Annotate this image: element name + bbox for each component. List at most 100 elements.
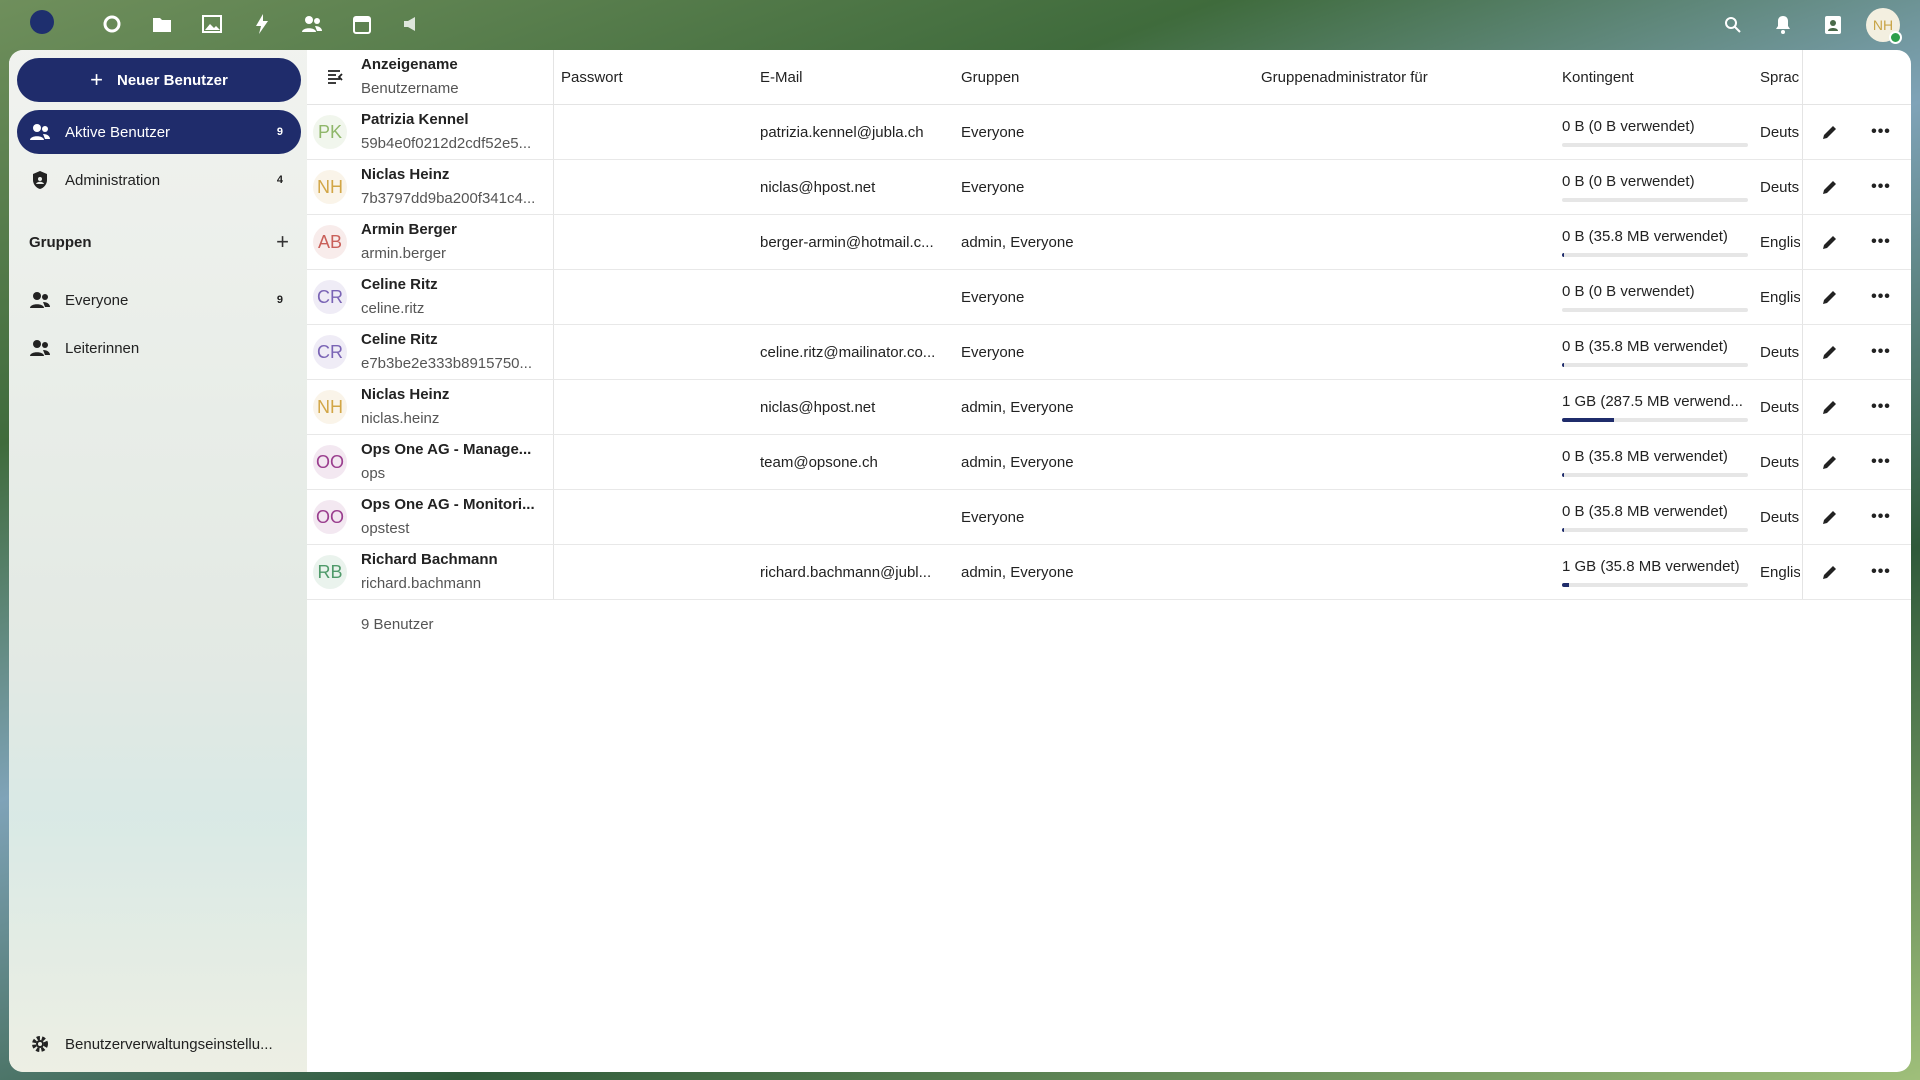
edit-icon[interactable] <box>1818 505 1842 529</box>
edit-icon[interactable] <box>1818 340 1842 364</box>
edit-icon[interactable] <box>1818 230 1842 254</box>
user-avatar[interactable]: NH <box>1866 8 1902 44</box>
table-row[interactable]: NH Niclas Heinz niclas.heinz niclas@hpos… <box>307 380 1911 435</box>
search-icon[interactable] <box>1716 8 1750 42</box>
table-row[interactable]: CR Celine Ritz celine.ritz Everyone 0 B … <box>307 270 1911 325</box>
column-divider <box>553 215 554 269</box>
app-logo[interactable] <box>30 10 54 34</box>
groups-cell: admin, Everyone <box>961 453 1074 471</box>
edit-icon[interactable] <box>1818 560 1842 584</box>
header-name: Anzeigename Benutzername <box>361 53 551 101</box>
column-divider <box>553 105 554 159</box>
user-management-settings[interactable]: Benutzerverwaltungseinstellu... <box>17 1022 301 1066</box>
sidebar-item-active-users[interactable]: Aktive Benutzer 9 <box>17 110 301 154</box>
avatar[interactable]: CR <box>313 280 347 314</box>
avatar[interactable]: RB <box>313 555 347 589</box>
edit-icon[interactable] <box>1818 450 1842 474</box>
more-actions-icon[interactable]: ••• <box>1869 560 1893 584</box>
avatar[interactable]: NH <box>313 170 347 204</box>
column-divider <box>553 545 554 599</box>
username: 59b4e0f0212d2cdf52e5... <box>361 135 532 152</box>
user-name-cell: Celine Ritz e7b3be2e333b8915750... <box>361 328 551 376</box>
quota-text: 0 B (35.8 MB verwendet) <box>1562 228 1728 245</box>
more-actions-icon[interactable]: ••• <box>1869 285 1893 309</box>
count-badge: 9 <box>276 126 283 138</box>
more-actions-icon[interactable]: ••• <box>1869 230 1893 254</box>
email-cell: patrizia.kennel@jubla.ch <box>760 123 924 141</box>
groups-cell: Everyone <box>961 343 1025 361</box>
avatar[interactable]: OO <box>313 445 347 479</box>
notifications-icon[interactable] <box>1766 8 1800 42</box>
quota-text: 0 B (35.8 MB verwendet) <box>1562 503 1728 520</box>
contacts-icon[interactable] <box>300 12 324 36</box>
avatar[interactable]: AB <box>313 225 347 259</box>
quota-bar <box>1562 473 1748 477</box>
avatar[interactable]: OO <box>313 500 347 534</box>
more-actions-icon[interactable]: ••• <box>1869 175 1893 199</box>
column-divider <box>1802 50 1803 104</box>
more-actions-icon[interactable]: ••• <box>1869 340 1893 364</box>
sidebar-item-administration[interactable]: Administration 4 <box>17 158 301 202</box>
groups-title: Gruppen <box>29 233 92 251</box>
group-icon <box>29 289 51 311</box>
table-row[interactable]: RB Richard Bachmann richard.bachmann ric… <box>307 545 1911 600</box>
email-cell: richard.bachmann@jubl... <box>760 563 932 581</box>
table-row[interactable]: OO Ops One AG - Monitori... opstest Ever… <box>307 490 1911 545</box>
sidebar-item-group-leiterinnen[interactable]: Leiterinnen <box>17 326 301 370</box>
count-badge: 9 <box>276 294 283 306</box>
groups-cell: admin, Everyone <box>961 233 1074 251</box>
main-card: + Neuer Benutzer Aktive Benutzer 9 Admin… <box>9 50 1911 1072</box>
dashboard-icon[interactable] <box>100 12 124 36</box>
add-group-icon[interactable]: + <box>276 229 289 255</box>
photos-icon[interactable] <box>200 12 224 36</box>
new-user-label: Neuer Benutzer <box>117 71 228 89</box>
new-user-button[interactable]: + Neuer Benutzer <box>17 58 301 102</box>
calendar-icon[interactable] <box>350 12 374 36</box>
quota-bar <box>1562 418 1748 422</box>
groups-cell: admin, Everyone <box>961 563 1074 581</box>
table-row[interactable]: OO Ops One AG - Manage... ops team@opson… <box>307 435 1911 490</box>
contacts-menu-icon[interactable] <box>1816 8 1850 42</box>
column-divider <box>553 490 554 544</box>
avatar[interactable]: NH <box>313 390 347 424</box>
username: 7b3797dd9ba200f341c4... <box>361 190 536 207</box>
language-cell: Englis <box>1760 563 1800 581</box>
column-toggle-icon[interactable] <box>327 70 345 84</box>
announcements-icon[interactable] <box>400 12 424 36</box>
edit-icon[interactable] <box>1818 120 1842 144</box>
quota-bar <box>1562 308 1748 312</box>
column-divider <box>1802 545 1803 599</box>
column-divider <box>1802 270 1803 324</box>
users-icon <box>29 121 51 143</box>
email-cell: berger-armin@hotmail.c... <box>760 233 934 251</box>
language-cell: Englis <box>1760 233 1800 251</box>
edit-icon[interactable] <box>1818 395 1842 419</box>
edit-icon[interactable] <box>1818 285 1842 309</box>
table-row[interactable]: NH Niclas Heinz 7b3797dd9ba200f341c4... … <box>307 160 1911 215</box>
quota-bar <box>1562 253 1748 257</box>
header-group-admin: Gruppenadministrator für <box>1261 68 1428 86</box>
email-cell: niclas@hpost.net <box>760 398 876 416</box>
more-actions-icon[interactable]: ••• <box>1869 395 1893 419</box>
edit-icon[interactable] <box>1818 175 1842 199</box>
avatar[interactable]: PK <box>313 115 347 149</box>
sidebar-item-label: Leiterinnen <box>65 339 140 357</box>
more-actions-icon[interactable]: ••• <box>1869 505 1893 529</box>
header-display-name[interactable]: Anzeigename <box>361 53 551 77</box>
header-username[interactable]: Benutzername <box>361 77 551 101</box>
email-cell: team@opsone.ch <box>760 453 878 471</box>
table-row[interactable]: AB Armin Berger armin.berger berger-armi… <box>307 215 1911 270</box>
more-actions-icon[interactable]: ••• <box>1869 450 1893 474</box>
activity-icon[interactable] <box>250 12 274 36</box>
groups-header: Gruppen + <box>17 220 301 264</box>
files-icon[interactable] <box>150 12 174 36</box>
quota-bar <box>1562 143 1748 147</box>
language-cell: Deuts <box>1760 178 1800 196</box>
more-actions-icon[interactable]: ••• <box>1869 120 1893 144</box>
sidebar-item-group-everyone[interactable]: Everyone 9 <box>17 278 301 322</box>
email-cell: celine.ritz@mailinator.co... <box>760 343 936 361</box>
table-row[interactable]: CR Celine Ritz e7b3be2e333b8915750... ce… <box>307 325 1911 380</box>
table-row[interactable]: PK Patrizia Kennel 59b4e0f0212d2cdf52e5.… <box>307 105 1911 160</box>
sidebar-item-label: Administration <box>65 171 161 189</box>
avatar[interactable]: CR <box>313 335 347 369</box>
